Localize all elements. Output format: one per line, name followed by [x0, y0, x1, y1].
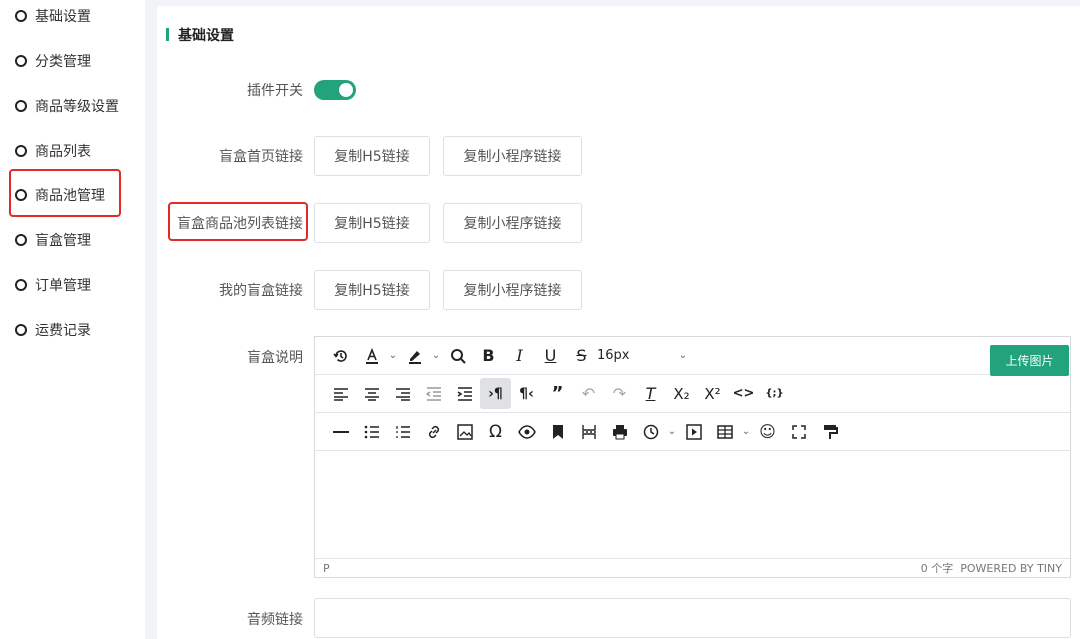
circle-icon [15, 145, 27, 157]
rtl-icon[interactable]: ¶‹ [511, 378, 542, 409]
bold-icon[interactable]: B [473, 340, 504, 371]
bullet-list-icon[interactable] [356, 416, 387, 447]
emoji-icon[interactable]: ☺ [752, 416, 783, 447]
description-label: 盲盒说明 [247, 350, 303, 366]
toggle-knob [339, 83, 353, 97]
highlight-box [9, 169, 121, 217]
sidebar: 基础设置 分类管理 商品等级设置 商品列表 商品池管理 盲盒管理 订单管理 运费… [0, 0, 145, 639]
toolbar-row-2: ›¶ ¶‹ ” ↶ ↷ T X₂ X² <> {;} [315, 375, 1070, 413]
circle-icon [15, 100, 27, 112]
search-icon[interactable] [442, 340, 473, 371]
toolbar-row-1: ⌄ ⌄ B I U S 16px ⌄ 上传图片 [315, 337, 1070, 376]
audio-link-input[interactable] [314, 598, 1071, 638]
copy-h5-pool-button[interactable]: 复制H5链接 [314, 203, 430, 243]
image-icon[interactable] [449, 416, 480, 447]
plugin-switch-label: 插件开关 [247, 83, 303, 99]
circle-icon [15, 55, 27, 67]
circle-icon [15, 234, 27, 246]
circle-icon [15, 10, 27, 22]
my-link-label: 我的盲盒链接 [219, 283, 303, 299]
chevron-down-icon[interactable]: ⌄ [387, 340, 399, 371]
special-char-icon[interactable]: Ω [480, 416, 511, 447]
sidebar-item-label: 商品列表 [35, 144, 91, 160]
circle-icon [15, 279, 27, 291]
chevron-down-icon[interactable]: ⌄ [430, 340, 442, 371]
highlight-box [168, 202, 308, 241]
numbered-list-icon[interactable] [387, 416, 418, 447]
home-link-label: 盲盒首页链接 [219, 149, 303, 165]
chevron-down-icon[interactable]: ⌄ [677, 340, 689, 371]
sidebar-item-product-list[interactable]: 商品列表 [15, 137, 91, 165]
sidebar-item-label: 分类管理 [35, 54, 91, 70]
ltr-icon[interactable]: ›¶ [480, 378, 511, 409]
align-center-icon[interactable] [356, 378, 387, 409]
format-painter-icon[interactable] [814, 416, 845, 447]
sidebar-item-category[interactable]: 分类管理 [15, 47, 91, 75]
preview-icon[interactable] [511, 416, 542, 447]
section-accent-bar [166, 28, 169, 41]
copy-miniprogram-home-button[interactable]: 复制小程序链接 [443, 136, 582, 176]
undo-icon[interactable]: ↶ [573, 378, 604, 409]
font-size-select[interactable]: 16px [597, 340, 657, 371]
upload-image-button[interactable]: 上传图片 [990, 345, 1069, 376]
page-break-icon[interactable] [573, 416, 604, 447]
sidebar-item-label: 运费记录 [35, 323, 91, 339]
code-icon[interactable]: <> [728, 378, 759, 409]
chevron-down-icon[interactable]: ⌄ [666, 416, 678, 447]
bookmark-icon[interactable] [542, 416, 573, 447]
element-path: P [323, 561, 330, 575]
sidebar-item-basic-settings[interactable]: 基础设置 [15, 2, 91, 30]
editor-statusbar: P 0 个字 POWERED BY TINY [315, 558, 1070, 577]
sidebar-item-shipping[interactable]: 运费记录 [15, 316, 91, 344]
clear-format-icon[interactable]: T [635, 378, 666, 409]
sidebar-item-label: 盲盒管理 [35, 233, 91, 249]
rich-text-editor[interactable]: ⌄ ⌄ B I U S 16px ⌄ 上传图片 ›¶ ¶‹ ” ↶ ↷ T X₂… [314, 336, 1071, 578]
sidebar-item-label: 商品等级设置 [35, 99, 119, 115]
statusbar-right: 0 个字 POWERED BY TINY [921, 560, 1062, 576]
sidebar-item-blind-box[interactable]: 盲盒管理 [15, 226, 91, 254]
audio-link-label: 音频链接 [247, 612, 303, 628]
horizontal-rule-icon[interactable] [325, 416, 356, 447]
text-color-icon[interactable] [356, 340, 387, 371]
strikethrough-icon[interactable]: S [566, 340, 597, 371]
sidebar-item-product-level[interactable]: 商品等级设置 [15, 92, 119, 120]
editor-content-area[interactable] [315, 453, 1070, 556]
copy-h5-my-button[interactable]: 复制H5链接 [314, 270, 430, 310]
media-icon[interactable] [678, 416, 709, 447]
superscript-icon[interactable]: X² [697, 378, 728, 409]
align-right-icon[interactable] [387, 378, 418, 409]
word-count: 0 个字 [920, 562, 954, 575]
toolbar-row-3: Ω ⌄ ⌄ ☺ [315, 413, 1070, 451]
section-title: 基础设置 [178, 28, 234, 44]
sidebar-item-label: 基础设置 [35, 9, 91, 25]
indent-icon[interactable] [449, 378, 480, 409]
outdent-icon[interactable] [418, 378, 449, 409]
align-left-icon[interactable] [325, 378, 356, 409]
sidebar-item-label: 订单管理 [35, 278, 91, 294]
powered-by-link[interactable]: POWERED BY TINY [960, 562, 1062, 575]
gutter [145, 0, 157, 639]
history-icon[interactable] [325, 340, 356, 371]
chevron-down-icon[interactable]: ⌄ [740, 416, 752, 447]
clock-icon[interactable] [635, 416, 666, 447]
copy-miniprogram-pool-button[interactable]: 复制小程序链接 [443, 203, 582, 243]
italic-icon[interactable]: I [504, 340, 535, 371]
fullscreen-icon[interactable] [783, 416, 814, 447]
code-sample-icon[interactable]: {;} [759, 378, 790, 409]
subscript-icon[interactable]: X₂ [666, 378, 697, 409]
underline-icon[interactable]: U [535, 340, 566, 371]
blockquote-icon[interactable]: ” [542, 378, 573, 409]
circle-icon [15, 324, 27, 336]
top-strip [157, 0, 1080, 6]
highlight-color-icon[interactable] [399, 340, 430, 371]
redo-icon[interactable]: ↷ [604, 378, 635, 409]
table-icon[interactable] [709, 416, 740, 447]
plugin-toggle[interactable] [314, 80, 356, 100]
copy-h5-home-button[interactable]: 复制H5链接 [314, 136, 430, 176]
link-icon[interactable] [418, 416, 449, 447]
print-icon[interactable] [604, 416, 635, 447]
copy-miniprogram-my-button[interactable]: 复制小程序链接 [443, 270, 582, 310]
sidebar-item-orders[interactable]: 订单管理 [15, 271, 91, 299]
